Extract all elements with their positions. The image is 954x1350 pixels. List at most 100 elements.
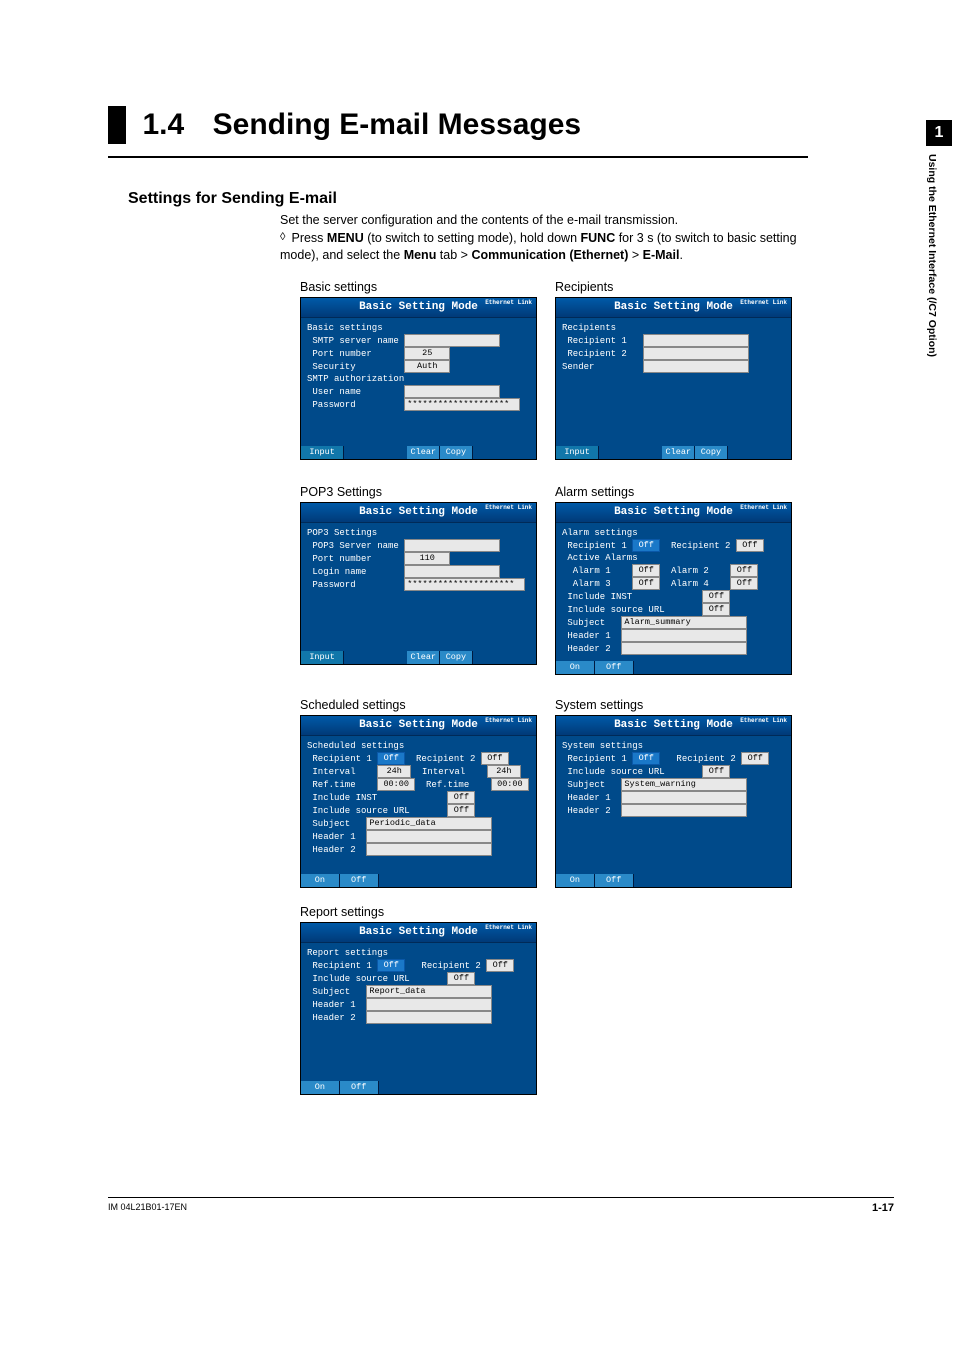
sched-r1-field[interactable]: Off xyxy=(377,752,405,765)
panel-alarm: Basic Setting ModeEthernet Link Alarm se… xyxy=(555,502,792,675)
clear-button[interactable]: Clear xyxy=(407,446,440,459)
sys-subject-field[interactable]: System_warning xyxy=(621,778,747,791)
recipient2-field[interactable] xyxy=(643,347,749,360)
copy-button[interactable]: Copy xyxy=(440,446,473,459)
on-button[interactable]: On xyxy=(556,874,595,887)
sys-r2-field[interactable]: Off xyxy=(741,752,769,765)
panel-basic: Basic Setting ModeEthernet Link Basic se… xyxy=(300,297,537,460)
side-chapter-tab: 1 Using the Ethernet Interface (/C7 Opti… xyxy=(926,120,954,357)
intro-text: Set the server configuration and the con… xyxy=(280,212,828,265)
panel-scheduled-caption: Scheduled settings xyxy=(300,698,537,712)
rep-r2-field[interactable]: Off xyxy=(486,959,514,972)
subheading: Settings for Sending E-mail xyxy=(128,190,337,208)
alarm1-field[interactable]: Off xyxy=(632,564,660,577)
page-footer: IM 04L21B01-17EN 1-17 xyxy=(108,1197,894,1214)
alarm2-field[interactable]: Off xyxy=(730,564,758,577)
input-button[interactable]: Input xyxy=(556,446,599,459)
panel-footer: Input Clear Copy xyxy=(301,446,536,459)
panel-title: Basic Setting ModeEthernet Link xyxy=(301,716,536,736)
doc-id: IM 04L21B01-17EN xyxy=(108,1202,187,1212)
on-button[interactable]: On xyxy=(556,661,595,674)
on-button[interactable]: On xyxy=(301,1081,340,1094)
pop3-port-field[interactable]: 110 xyxy=(404,552,450,565)
port-field[interactable]: 25 xyxy=(404,347,450,360)
panel-recipients-cell: Recipients Basic Setting ModeEthernet Li… xyxy=(555,280,792,460)
rep-subject-field[interactable]: Report_data xyxy=(366,985,492,998)
user-field[interactable] xyxy=(404,385,500,398)
panel-title: Basic Setting ModeEthernet Link xyxy=(556,716,791,736)
sched-subject-field[interactable]: Periodic_data xyxy=(366,817,492,830)
on-button[interactable]: On xyxy=(301,874,340,887)
off-button[interactable]: Off xyxy=(340,874,379,887)
clear-button[interactable]: Clear xyxy=(662,446,695,459)
off-button[interactable]: Off xyxy=(595,661,634,674)
intro-line1: Set the server configuration and the con… xyxy=(280,212,828,230)
input-button[interactable]: Input xyxy=(301,651,344,664)
page: 1 Using the Ethernet Interface (/C7 Opti… xyxy=(0,0,954,1350)
panel-recipients: Basic Setting ModeEthernet Link Recipien… xyxy=(555,297,792,460)
chapter-side-text: Using the Ethernet Interface (/C7 Option… xyxy=(926,154,944,357)
panel-footer: Input Clear Copy xyxy=(301,651,536,664)
panel-alarm-caption: Alarm settings xyxy=(555,485,792,499)
smtp-server-field[interactable] xyxy=(404,334,500,347)
alarm-subject-field[interactable]: Alarm_summary xyxy=(621,616,747,629)
section-heading: 1.4 Sending E-mail Messages xyxy=(108,106,808,158)
sys-r1-field[interactable]: Off xyxy=(632,752,660,765)
alarm-h1-field[interactable] xyxy=(621,629,747,642)
clear-button[interactable]: Clear xyxy=(407,651,440,664)
alarm4-field[interactable]: Off xyxy=(730,577,758,590)
input-button[interactable]: Input xyxy=(301,446,344,459)
sched-rt2-field[interactable]: 00:00 xyxy=(491,778,529,791)
rep-url-field[interactable]: Off xyxy=(447,972,475,985)
rep-r1-field[interactable]: Off xyxy=(377,959,405,972)
panel-title: Basic Setting ModeEthernet Link xyxy=(556,503,791,523)
panel-footer: Input Clear Copy xyxy=(556,446,791,459)
sched-url-field[interactable]: Off xyxy=(447,804,475,817)
panel-scheduled-cell: Scheduled settings Basic Setting ModeEth… xyxy=(300,698,537,888)
panel-basic-cell: Basic settings Basic Setting ModeEtherne… xyxy=(300,280,537,460)
sys-h1-field[interactable] xyxy=(621,791,747,804)
alarm-h2-field[interactable] xyxy=(621,642,747,655)
alarm-url-field[interactable]: Off xyxy=(702,603,730,616)
pop3-password-field[interactable]: ********************* xyxy=(404,578,525,591)
copy-button[interactable]: Copy xyxy=(440,651,473,664)
panel-basic-caption: Basic settings xyxy=(300,280,537,294)
sched-h1-field[interactable] xyxy=(366,830,492,843)
off-button[interactable]: Off xyxy=(595,874,634,887)
panel-title: Basic Setting ModeEthernet Link xyxy=(301,503,536,523)
sys-h2-field[interactable] xyxy=(621,804,747,817)
rep-h1-field[interactable] xyxy=(366,998,492,1011)
alarm-r1-field[interactable]: Off xyxy=(632,539,660,552)
alarm-r2-field[interactable]: Off xyxy=(736,539,764,552)
alarm-inst-field[interactable]: Off xyxy=(702,590,730,603)
panel-body: Recipients Recipient 1 Recipient 2 Sende… xyxy=(556,318,791,446)
panel-system-caption: System settings xyxy=(555,698,792,712)
page-number: 1-17 xyxy=(872,1202,894,1214)
recipient1-field[interactable] xyxy=(643,334,749,347)
rep-h2-field[interactable] xyxy=(366,1011,492,1024)
sched-rt1-field[interactable]: 00:00 xyxy=(377,778,415,791)
ethernet-link-icon: Ethernet Link xyxy=(740,300,787,306)
security-field[interactable]: Auth xyxy=(404,360,450,373)
ethernet-link-icon: Ethernet Link xyxy=(740,718,787,724)
copy-button[interactable]: Copy xyxy=(695,446,728,459)
login-field[interactable] xyxy=(404,565,500,578)
alarm3-field[interactable]: Off xyxy=(632,577,660,590)
sender-field[interactable] xyxy=(643,360,749,373)
sched-h2-field[interactable] xyxy=(366,843,492,856)
off-button[interactable]: Off xyxy=(340,1081,379,1094)
password-field[interactable]: ******************** xyxy=(404,398,520,411)
pop3-server-field[interactable] xyxy=(404,539,500,552)
heading-number: 1.4 xyxy=(142,108,184,141)
panel-body: Report settings Recipient 1 Off Recipien… xyxy=(301,943,536,1081)
panel-pop3-cell: POP3 Settings Basic Setting ModeEthernet… xyxy=(300,485,537,665)
sched-inst-field[interactable]: Off xyxy=(447,791,475,804)
sys-url-field[interactable]: Off xyxy=(702,765,730,778)
panel-pop3-caption: POP3 Settings xyxy=(300,485,537,499)
sched-int1-field[interactable]: 24h xyxy=(377,765,411,778)
panel-title: Basic Setting ModeEthernet Link xyxy=(556,298,791,318)
diamond-icon: ◊ xyxy=(280,230,288,245)
sched-r2-field[interactable]: Off xyxy=(481,752,509,765)
sched-int2-field[interactable]: 24h xyxy=(487,765,521,778)
panel-footer: On Off xyxy=(556,661,791,674)
